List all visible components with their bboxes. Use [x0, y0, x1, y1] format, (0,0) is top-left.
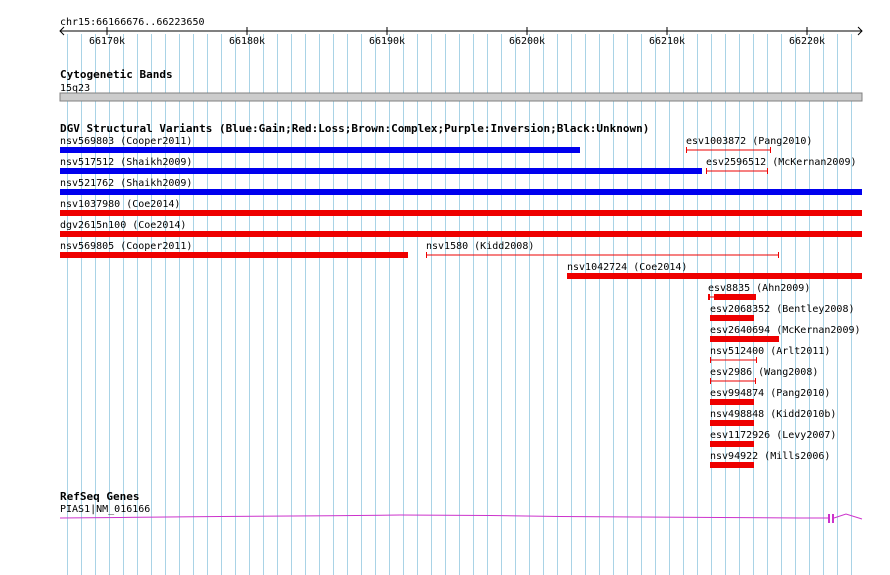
refseq-track[interactable]: RefSeq Genes PIAS1|NM_016166: [59, 490, 863, 523]
genome-browser-view: chr15:66166676..66223650 66170k 66180k 661…: [59, 17, 863, 575]
dgv-feature[interactable]: nsv521762 (Shaikh2009): [60, 178, 862, 195]
ruler-tick-label: 66180k: [229, 36, 265, 47]
dgv-feature-bar[interactable]: [710, 336, 779, 342]
dgv-feature-bar[interactable]: [60, 210, 862, 216]
dgv-feature-label: esv1172926 (Levy2007): [710, 430, 836, 441]
dgv-feature-label: dgv2615n100 (Coe2014): [60, 220, 186, 231]
refseq-track-title: RefSeq Genes: [60, 490, 139, 503]
dgv-feature-label: esv994874 (Pang2010): [710, 388, 830, 399]
dgv-feature-bar[interactable]: [710, 462, 754, 468]
cytoband-label: 15q23: [60, 83, 90, 94]
dgv-feature-label: esv2068352 (Bentley2008): [710, 304, 855, 315]
dgv-feature[interactable]: nsv498848 (Kidd2010b): [710, 409, 836, 426]
cytoband-track[interactable]: Cytogenetic Bands 15q23: [59, 68, 863, 102]
dgv-feature-label: esv2986 (Wang2008): [710, 367, 818, 378]
dgv-track-title: DGV Structural Variants (Blue:Gain;Red:L…: [60, 122, 649, 135]
dgv-feature-bar[interactable]: [60, 252, 408, 258]
dgv-feature[interactable]: nsv1580 (Kidd2008): [426, 241, 779, 258]
ruler-tick-label: 66190k: [369, 36, 405, 47]
dgv-feature-bar[interactable]: [710, 378, 756, 384]
dgv-feature-bar[interactable]: [710, 441, 754, 447]
dgv-feature[interactable]: esv994874 (Pang2010): [710, 388, 830, 405]
dgv-feature-label: esv1003872 (Pang2010): [686, 136, 812, 147]
dgv-feature[interactable]: nsv517512 (Shaikh2009): [60, 157, 702, 174]
ruler-tick-label: 66210k: [649, 36, 685, 47]
dgv-feature-label: nsv1037980 (Coe2014): [60, 199, 180, 210]
dgv-track[interactable]: DGV Structural Variants (Blue:Gain;Red:L…: [60, 122, 862, 468]
dgv-feature-bar[interactable]: [60, 231, 862, 237]
dgv-feature-label: nsv569803 (Cooper2011): [60, 136, 192, 147]
gene-exon: [832, 514, 834, 523]
dgv-feature-bar[interactable]: [686, 147, 771, 153]
dgv-feature[interactable]: dgv2615n100 (Coe2014): [60, 220, 862, 237]
dgv-feature[interactable]: esv1172926 (Levy2007): [710, 430, 836, 447]
dgv-features[interactable]: nsv569803 (Cooper2011) esv1003872 (Pang20…: [60, 136, 862, 468]
dgv-feature-label: nsv521762 (Shaikh2009): [60, 178, 192, 189]
cytoband-track-title: Cytogenetic Bands: [60, 68, 173, 81]
dgv-feature[interactable]: nsv1042724 (Coe2014): [567, 262, 862, 279]
dgv-feature-label: esv8835 (Ahn2009): [708, 283, 810, 294]
dgv-feature-bar[interactable]: [710, 315, 754, 321]
gene-model-pias1[interactable]: [59, 513, 863, 523]
gene-exon: [828, 514, 830, 523]
ruler-tick-label: 66200k: [509, 36, 545, 47]
dgv-feature[interactable]: nsv1037980 (Coe2014): [60, 199, 862, 216]
dgv-feature-label: nsv569805 (Cooper2011): [60, 241, 192, 252]
dgv-feature-bar[interactable]: [426, 252, 779, 258]
dgv-feature-label: esv2640694 (McKernan2009): [710, 325, 861, 336]
dgv-feature-label: esv2596512 (McKernan2009): [706, 157, 857, 168]
dgv-feature-bar[interactable]: [708, 294, 756, 300]
cytoband-bar[interactable]: [59, 92, 863, 102]
ruler-tick-label: 66220k: [789, 36, 825, 47]
dgv-feature-label: nsv94922 (Mills2006): [710, 451, 830, 462]
dgv-feature[interactable]: esv2986 (Wang2008): [710, 367, 818, 384]
dgv-feature-label: nsv1042724 (Coe2014): [567, 262, 687, 273]
ruler-track: chr15:66166676..66223650 66170k 66180k 661…: [59, 17, 863, 47]
dgv-feature-label: nsv512400 (Arlt2011): [710, 346, 830, 357]
gene-strand-arrow: [833, 513, 863, 520]
dgv-feature-bar[interactable]: [60, 147, 580, 153]
dgv-feature-bar[interactable]: [567, 273, 862, 279]
dgv-feature[interactable]: nsv569805 (Cooper2011): [60, 241, 408, 258]
refseq-gene-label[interactable]: PIAS1|NM_016166: [60, 504, 150, 515]
dgv-feature[interactable]: nsv94922 (Mills2006): [710, 451, 830, 468]
dgv-feature[interactable]: esv2068352 (Bentley2008): [710, 304, 855, 321]
dgv-feature-bar[interactable]: [710, 420, 754, 426]
dgv-feature[interactable]: nsv512400 (Arlt2011): [710, 346, 830, 363]
dgv-feature-bar[interactable]: [60, 168, 702, 174]
ruler-tick-label: 66170k: [89, 36, 125, 47]
dgv-feature-bar[interactable]: [706, 168, 768, 174]
dgv-feature-label: nsv517512 (Shaikh2009): [60, 157, 192, 168]
gene-intron-line: [59, 514, 828, 519]
ruler-ticks: 66170k 66180k 66190k 66200k 66210k 66220k: [89, 27, 825, 47]
dgv-feature-label: nsv1580 (Kidd2008): [426, 241, 534, 252]
dgv-feature-bar[interactable]: [60, 189, 862, 195]
dgv-feature-label: nsv498848 (Kidd2010b): [710, 409, 836, 420]
dgv-feature[interactable]: esv1003872 (Pang2010): [686, 136, 812, 153]
dgv-feature-bar[interactable]: [710, 357, 757, 363]
ruler-label: chr15:66166676..66223650: [60, 17, 205, 28]
dgv-feature-bar[interactable]: [710, 399, 754, 405]
